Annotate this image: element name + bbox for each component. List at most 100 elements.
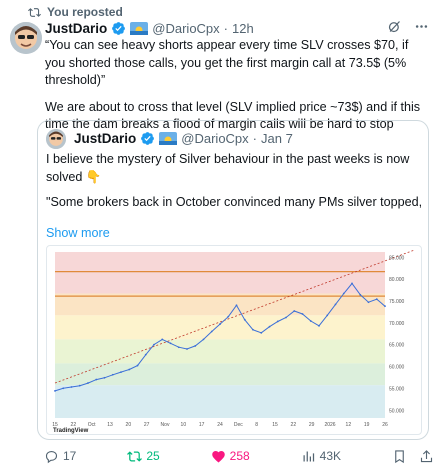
chart-band-2: [55, 315, 385, 340]
bookmark-icon[interactable]: [392, 449, 407, 464]
chart-point: [243, 318, 246, 321]
chart-x-tick-label: 17: [199, 422, 205, 428]
repost-button[interactable]: 25: [127, 449, 160, 464]
chart-x-tick-label: 20: [126, 422, 132, 428]
top-actions: [387, 19, 429, 34]
post-time[interactable]: 12h: [232, 21, 254, 36]
chart-point: [219, 323, 221, 325]
author-name[interactable]: JustDario: [45, 21, 107, 36]
chart-point: [227, 315, 230, 318]
chart-y-tick-label: 80.000: [389, 277, 405, 283]
chart-x-tick-label: 26: [382, 422, 388, 428]
secondary-actions: [392, 449, 434, 464]
action-bar: 17 25 258 43K: [44, 447, 434, 465]
quote-avatar-face-icon: [46, 129, 66, 149]
chart-x-tick-label: 13: [107, 422, 113, 428]
avatar-face-icon: [10, 22, 42, 54]
grok-icon[interactable]: [387, 19, 402, 34]
author-handle[interactable]: @DarioCpx: [152, 21, 219, 36]
chart-point: [235, 304, 238, 307]
chart-x-tick-label: 15: [272, 422, 278, 428]
chart-point: [268, 325, 271, 328]
chart-point: [111, 373, 114, 376]
chart-point: [186, 348, 188, 350]
chart-point: [161, 338, 164, 341]
reply-count: 17: [63, 449, 77, 463]
chart-y-tick-label: 60.000: [389, 365, 405, 371]
chart-point: [194, 345, 197, 347]
chart-point: [210, 330, 213, 333]
verified-badge-icon: [141, 131, 155, 145]
quote-header: JustDario @DarioCpx · Jan 7: [74, 129, 293, 147]
chart-point: [128, 368, 131, 371]
views-button[interactable]: 43K: [301, 449, 341, 464]
quote-author-name: JustDario: [74, 130, 137, 146]
chart-point: [326, 314, 329, 317]
chart-y-tick-label: 85.000: [389, 255, 405, 261]
chart-image[interactable]: 85.000 80.000 75.000 70.000 65.000 60.000 55.0…: [46, 245, 422, 435]
chart-point: [62, 387, 65, 390]
chart-point: [309, 320, 312, 322]
chart-band-4: [55, 363, 385, 386]
chart-point: [54, 390, 56, 392]
quote-paragraph: I believe the mystery of Silver behaviou…: [46, 152, 410, 184]
share-icon[interactable]: [419, 449, 434, 464]
chart-point: [334, 303, 337, 306]
repost-count: 25: [146, 449, 160, 463]
repost-icon: [28, 7, 41, 17]
chart-y-tick-label: 75.000: [389, 299, 405, 305]
quoted-tweet[interactable]: JustDario @DarioCpx · Jan 7 I believe th…: [37, 120, 429, 440]
chart-watermark: TradingView: [53, 428, 89, 434]
views-icon: [303, 451, 314, 461]
repost-label: You reposted: [47, 5, 123, 19]
chart-point: [144, 353, 147, 356]
chart-point: [351, 282, 353, 285]
chart-x-tick-label: 12: [346, 422, 352, 428]
chart-x-tick-label: 2026: [324, 422, 335, 428]
chart-point: [318, 324, 320, 327]
chart-point: [202, 338, 205, 341]
chart-point: [384, 305, 386, 308]
chart-point: [136, 364, 139, 367]
quote-time: Jan 7: [261, 130, 293, 146]
chart-point: [120, 371, 122, 374]
chart-x-tick-label: 27: [144, 422, 150, 428]
chart-point: [260, 331, 263, 334]
chart-point: [293, 310, 296, 312]
more-options-icon[interactable]: [414, 19, 429, 34]
chart-point: [359, 293, 362, 296]
show-more-link[interactable]: Show more: [46, 226, 110, 240]
like-button[interactable]: 258: [211, 449, 250, 464]
chart-point: [87, 382, 89, 384]
chart-x-tick-label: 22: [291, 422, 297, 428]
chart-y-tick-label: 55.000: [389, 386, 405, 392]
chart-y-tick-label: 70.000: [389, 321, 405, 327]
reply-button[interactable]: 17: [44, 449, 76, 464]
sunset-emoji-icon: [159, 131, 178, 145]
avatar[interactable]: [10, 22, 42, 54]
chart-x-tick-label: Nov: [161, 422, 170, 428]
chart-point: [342, 292, 345, 295]
chart-point: [301, 313, 304, 315]
chart-point: [252, 328, 254, 331]
repost-icon: [127, 450, 143, 462]
chart-y-tick-label: 65.000: [389, 343, 405, 349]
chart-point: [169, 342, 172, 345]
chart-point: [177, 346, 180, 349]
quote-body: I believe the mystery of Silver behaviou…: [46, 151, 424, 220]
chart-x-tick-label: 29: [309, 422, 315, 428]
reply-icon: [45, 450, 58, 463]
quote-avatar[interactable]: [46, 129, 66, 149]
quote-author-handle: @DarioCpx: [181, 130, 249, 146]
chart-point: [367, 301, 370, 304]
sunset-emoji-icon: [130, 21, 149, 35]
chart-point: [153, 343, 155, 346]
chart-band-3: [55, 339, 385, 364]
chart-x-tick-label: Oct: [88, 422, 96, 428]
silver-price-chart: 85.000 80.000 75.000 70.000 65.000 60.000 55.0…: [52, 249, 416, 434]
chart-point: [70, 386, 73, 388]
quote-paragraph: "Some brokers back in October convinced …: [46, 195, 424, 209]
chart-band-0: [55, 252, 385, 294]
repost-indicator: You reposted: [28, 4, 123, 20]
separator-dot: ·: [252, 130, 258, 146]
